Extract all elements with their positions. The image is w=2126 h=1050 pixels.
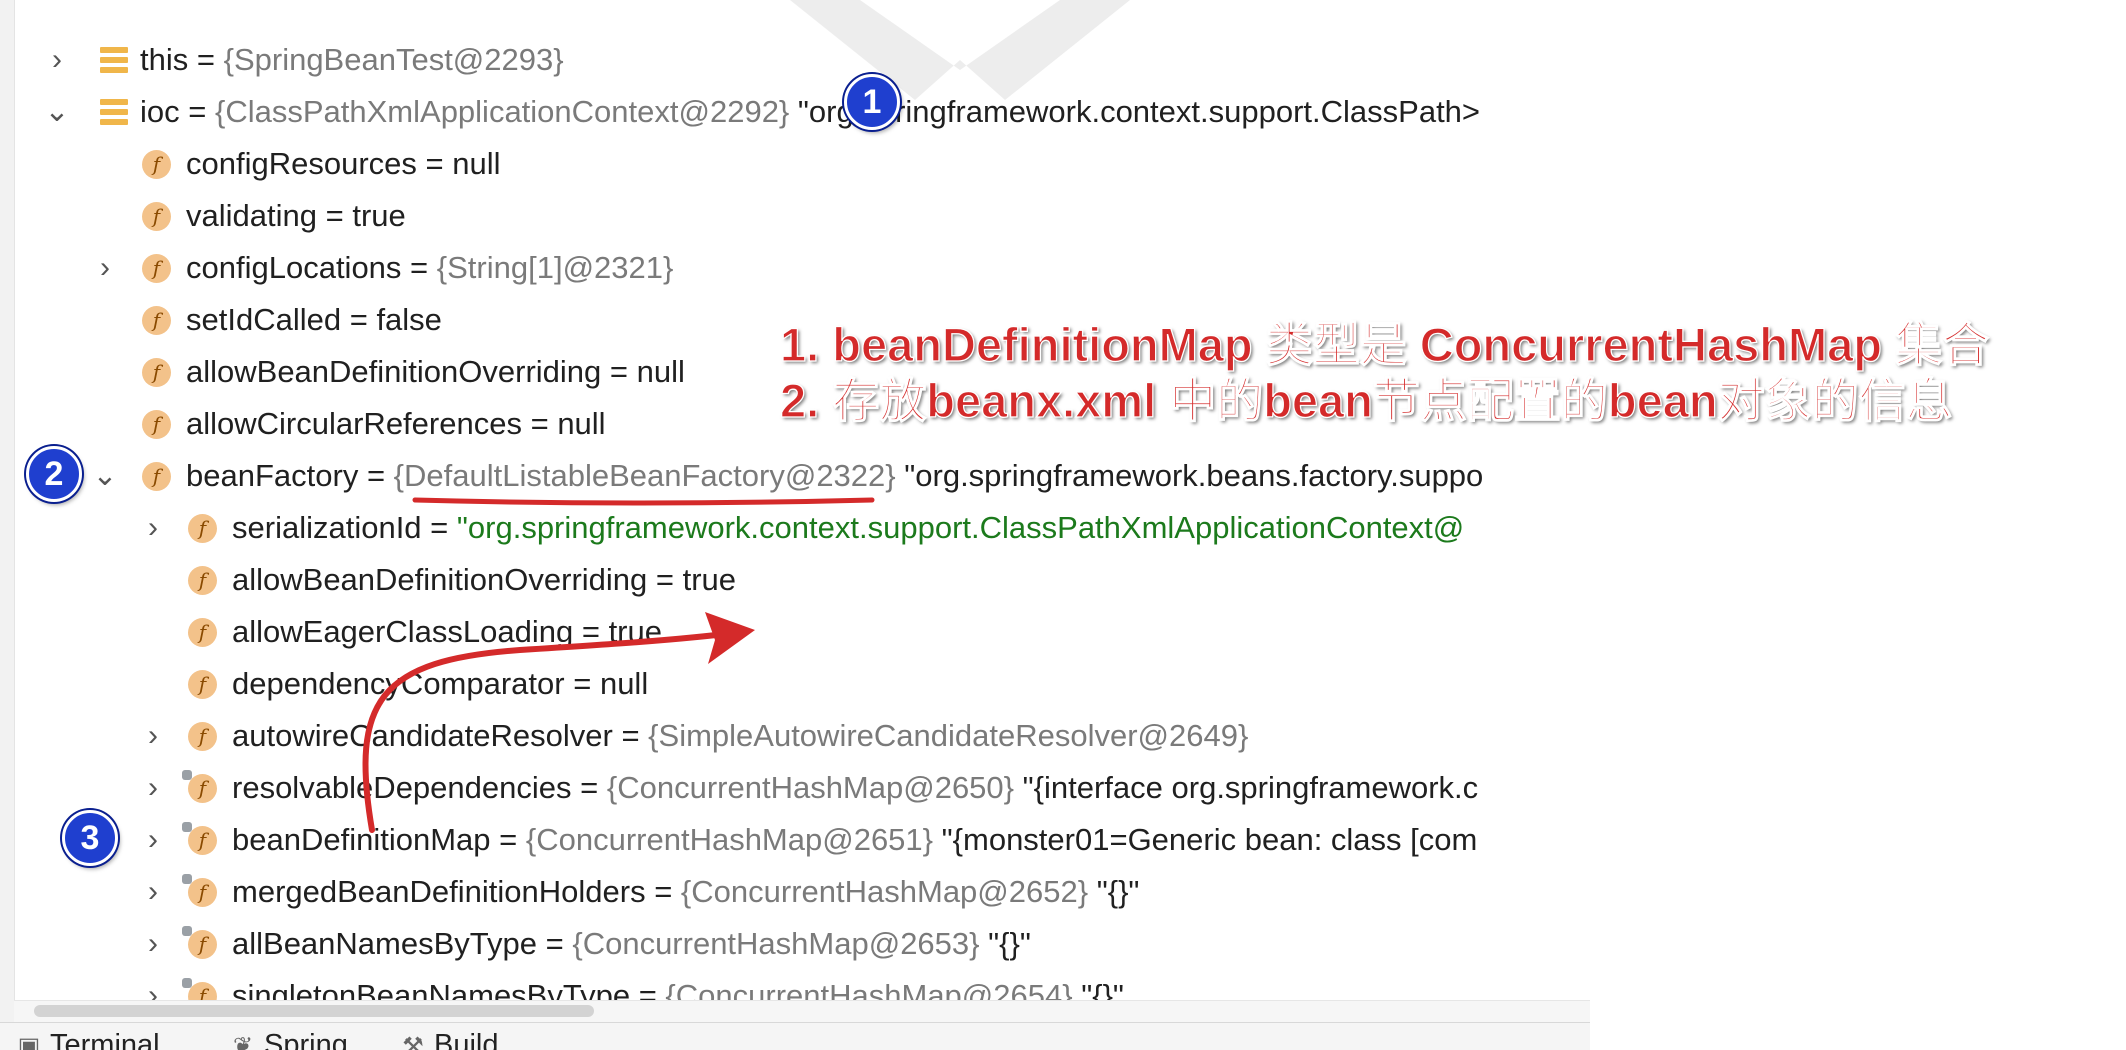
variable-value: true — [682, 562, 737, 597]
final-field-icon: f — [182, 926, 217, 959]
variable-name: configResources — [186, 146, 417, 181]
tree-row-configResources[interactable]: f configResources = null — [0, 138, 1590, 190]
debugger-variables-panel: › this = {SpringBeanTest@2293} ⌄ ioc = {… — [0, 0, 1590, 1050]
variable-summary: "{interface org.springframework.c — [1014, 770, 1479, 805]
variable-name: allowCircularReferences — [186, 406, 522, 441]
variable-value: null — [557, 406, 606, 441]
field-icon: f — [142, 306, 171, 335]
variable-name: mergedBeanDefinitionHolders — [232, 874, 646, 909]
tree-row-mergedBeanDefinitionHolders[interactable]: › f mergedBeanDefinitionHolders = {Concu… — [0, 866, 1590, 918]
bottom-tool-tabs: ▣ Terminal ❦ Spring ⚒ Build — [0, 1022, 1590, 1050]
tree-row-resolvableDependencies[interactable]: › f resolvableDependencies = {Concurrent… — [0, 762, 1590, 814]
variable-name: allowBeanDefinitionOverriding — [186, 354, 602, 389]
variable-value: null — [636, 354, 685, 389]
annotation-note-line-2: 2. 存放beanx.xml 中的bean节点配置的bean对象的信息 — [779, 373, 1953, 427]
tab-build[interactable]: ⚒ Build — [400, 1023, 498, 1050]
final-field-icon: f — [182, 874, 217, 907]
tab-spring[interactable]: ❦ Spring — [230, 1023, 348, 1050]
field-icon: f — [188, 670, 217, 699]
horizontal-scrollbar[interactable] — [14, 1000, 1590, 1023]
tree-row-configLocations[interactable]: › f configLocations = {String[1]@2321} — [0, 242, 1590, 294]
variable-reference: {ConcurrentHashMap@2651} — [525, 822, 934, 857]
chevron-down-icon[interactable]: ⌄ — [92, 450, 118, 502]
final-field-icon: f — [182, 770, 217, 803]
variable-name: validating — [186, 198, 317, 233]
variable-name: allowEagerClassLoading — [232, 614, 574, 649]
field-icon: f — [142, 462, 171, 491]
field-icon: f — [188, 566, 217, 595]
tab-terminal[interactable]: ▣ Terminal — [16, 1023, 160, 1050]
final-field-icon: f — [182, 822, 217, 855]
field-icon: f — [142, 410, 171, 439]
scrollbar-thumb[interactable] — [34, 1005, 594, 1017]
field-icon: f — [188, 618, 217, 647]
field-icon: f — [142, 254, 171, 283]
tree-row-beanFactory[interactable]: ⌄ f beanFactory = {DefaultListableBeanFa… — [0, 450, 1590, 502]
tree-row-allowEagerClassLoading[interactable]: f allowEagerClassLoading = true — [0, 606, 1590, 658]
tree-row-autowireCandidateResolver[interactable]: › f autowireCandidateResolver = {SimpleA… — [0, 710, 1590, 762]
chevron-right-icon[interactable]: › — [92, 242, 118, 294]
chevron-right-icon[interactable]: › — [140, 918, 166, 970]
variable-reference: {DefaultListableBeanFactory@2322} — [393, 458, 896, 493]
field-icon: f — [142, 202, 171, 231]
variable-name: dependencyComparator — [232, 666, 565, 701]
variable-tree: › this = {SpringBeanTest@2293} ⌄ ioc = {… — [0, 34, 1590, 1022]
callout-badge-1: 1 — [844, 74, 900, 130]
variable-reference: {ClassPathXmlApplicationContext@2292} — [214, 94, 790, 129]
chevron-right-icon[interactable]: › — [140, 710, 166, 762]
variable-stack-icon — [100, 99, 128, 126]
chevron-right-icon[interactable]: › — [44, 34, 70, 86]
chevron-right-icon[interactable]: › — [140, 814, 166, 866]
variable-summary: "{monster01=Generic bean: class [com — [933, 822, 1478, 857]
variable-reference: {String[1]@2321} — [436, 250, 674, 285]
variable-value: true — [352, 198, 406, 233]
tree-row-serializationId[interactable]: › f serializationId = "org.springframewo… — [0, 502, 1590, 554]
spring-leaf-icon: ❦ — [232, 1033, 254, 1050]
variable-name: beanFactory — [186, 458, 359, 493]
tree-row-allBeanNamesByType[interactable]: › f allBeanNamesByType = {ConcurrentHash… — [0, 918, 1590, 970]
tree-row-validating[interactable]: f validating = true — [0, 190, 1590, 242]
field-icon: f — [188, 722, 217, 751]
tree-row-ioc[interactable]: ⌄ ioc = {ClassPathXmlApplicationContext@… — [0, 86, 1590, 138]
callout-badge-3: 3 — [62, 810, 118, 866]
variable-value: null — [599, 666, 649, 701]
field-icon: f — [142, 358, 171, 387]
variable-name: resolvableDependencies — [232, 770, 572, 805]
variable-summary: "{}" — [979, 926, 1031, 961]
variable-name: serializationId — [232, 510, 422, 545]
terminal-icon: ▣ — [17, 1033, 41, 1050]
variable-name: configLocations — [186, 250, 402, 285]
tree-row-allowBeanDefinitionOverriding-2[interactable]: f allowBeanDefinitionOverriding = true — [0, 554, 1590, 606]
variable-value: null — [452, 146, 501, 181]
variable-name: beanDefinitionMap — [232, 822, 491, 857]
variable-name: setIdCalled — [186, 302, 342, 337]
variable-reference: {SimpleAutowireCandidateResolver@2649} — [648, 718, 1249, 753]
chevron-right-icon[interactable]: › — [140, 866, 166, 918]
variable-stack-icon — [100, 47, 128, 74]
variable-reference: {ConcurrentHashMap@2652} — [680, 874, 1089, 909]
tree-row-this[interactable]: › this = {SpringBeanTest@2293} — [0, 34, 1590, 86]
variable-name: allowBeanDefinitionOverriding — [232, 562, 648, 597]
variable-reference: {ConcurrentHashMap@2653} — [572, 926, 980, 961]
variable-reference: {ConcurrentHashMap@2650} — [606, 770, 1015, 805]
variable-reference: {SpringBeanTest@2293} — [223, 42, 564, 77]
variable-name: this — [140, 42, 189, 77]
chevron-down-icon[interactable]: ⌄ — [44, 86, 70, 138]
variable-string-value: "org.springframework.context.support.Cla… — [456, 510, 1465, 545]
hammer-icon: ⚒ — [402, 1033, 424, 1050]
variable-value: false — [376, 302, 442, 337]
field-icon: f — [188, 514, 217, 543]
chevron-right-icon[interactable]: › — [140, 762, 166, 814]
chevron-right-icon[interactable]: › — [140, 502, 166, 554]
field-icon: f — [142, 150, 171, 179]
variable-name: ioc — [140, 94, 180, 129]
tree-row-beanDefinitionMap[interactable]: › f beanDefinitionMap = {ConcurrentHashM… — [0, 814, 1590, 866]
variable-name: allBeanNamesByType — [232, 926, 537, 961]
variable-summary: "{}" — [1088, 874, 1140, 909]
variable-name: autowireCandidateResolver — [232, 718, 613, 753]
tree-row-dependencyComparator[interactable]: f dependencyComparator = null — [0, 658, 1590, 710]
variable-value: true — [608, 614, 662, 649]
callout-badge-2: 2 — [26, 446, 82, 502]
variable-summary: "org.springframework.beans.factory.suppo — [895, 458, 1484, 493]
